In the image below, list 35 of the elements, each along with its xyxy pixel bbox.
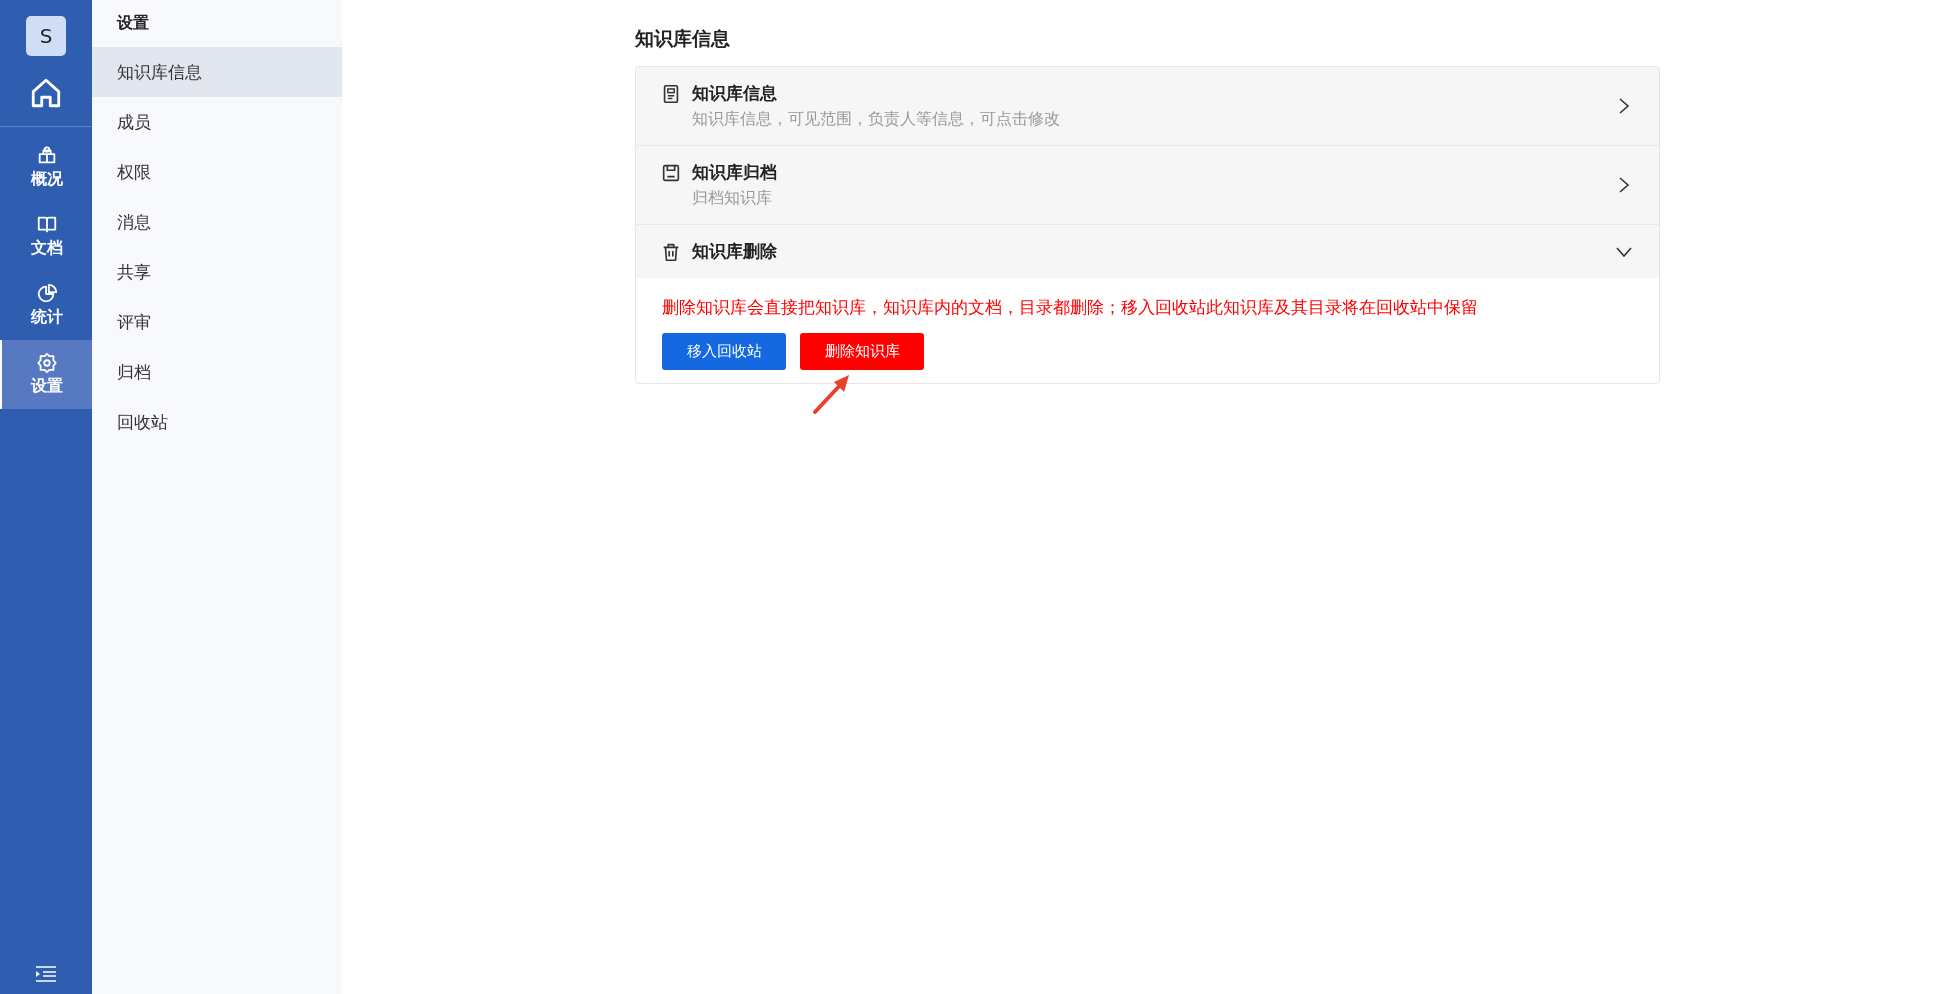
- sidebar-item[interactable]: 消息: [92, 197, 342, 247]
- pie-chart-icon: [36, 283, 58, 305]
- section-header[interactable]: 知识库删除: [636, 225, 1659, 278]
- sidebar-item[interactable]: 知识库信息: [92, 47, 342, 97]
- annotation-arrow: [812, 373, 852, 415]
- section-title: 知识库信息: [692, 82, 778, 105]
- avatar[interactable]: S: [26, 16, 66, 56]
- section-header[interactable]: 知识库信息 知识库信息，可见范围，负责人等信息，可点击修改: [636, 67, 1659, 145]
- settings-icon: [36, 352, 58, 374]
- sidebar-item[interactable]: 成员: [92, 97, 342, 147]
- home-icon[interactable]: [29, 76, 63, 110]
- sidebar-item[interactable]: 评审: [92, 297, 342, 347]
- nav-item[interactable]: 统计: [0, 271, 92, 340]
- delete-button[interactable]: 删除知识库: [800, 333, 924, 370]
- nav-label: 统计: [31, 307, 63, 328]
- nav-item[interactable]: 设置: [0, 340, 92, 409]
- warning-text: 删除知识库会直接把知识库，知识库内的文档，目录都删除；移入回收站此知识库及其目录将在回收站中保留: [662, 296, 1479, 319]
- sidebar-item[interactable]: 归档: [92, 347, 342, 397]
- sidebar-item[interactable]: 回收站: [92, 397, 342, 447]
- nav-label: 文档: [31, 238, 63, 259]
- action-button[interactable]: 移入回收站: [662, 333, 786, 370]
- sidebar-item[interactable]: 共享: [92, 247, 342, 297]
- section-title: 知识库删除: [692, 240, 778, 263]
- sidebar-title: 设置: [115, 12, 150, 34]
- page-title: 知识库信息: [635, 26, 731, 51]
- nav-label: 设置: [31, 376, 63, 397]
- nav-label: 概况: [31, 169, 63, 190]
- section-title: 知识库归档: [692, 161, 778, 184]
- sidebar-item[interactable]: 权限: [92, 147, 342, 197]
- section-description: 归档知识库: [692, 188, 773, 209]
- nav-item[interactable]: 文档: [0, 202, 92, 271]
- menu-icon[interactable]: [36, 966, 56, 982]
- section-header[interactable]: 知识库归档 归档知识库: [636, 146, 1659, 224]
- nav-item[interactable]: 概况: [0, 133, 92, 202]
- section-description: 知识库信息，可见范围，负责人等信息，可点击修改: [692, 109, 1061, 130]
